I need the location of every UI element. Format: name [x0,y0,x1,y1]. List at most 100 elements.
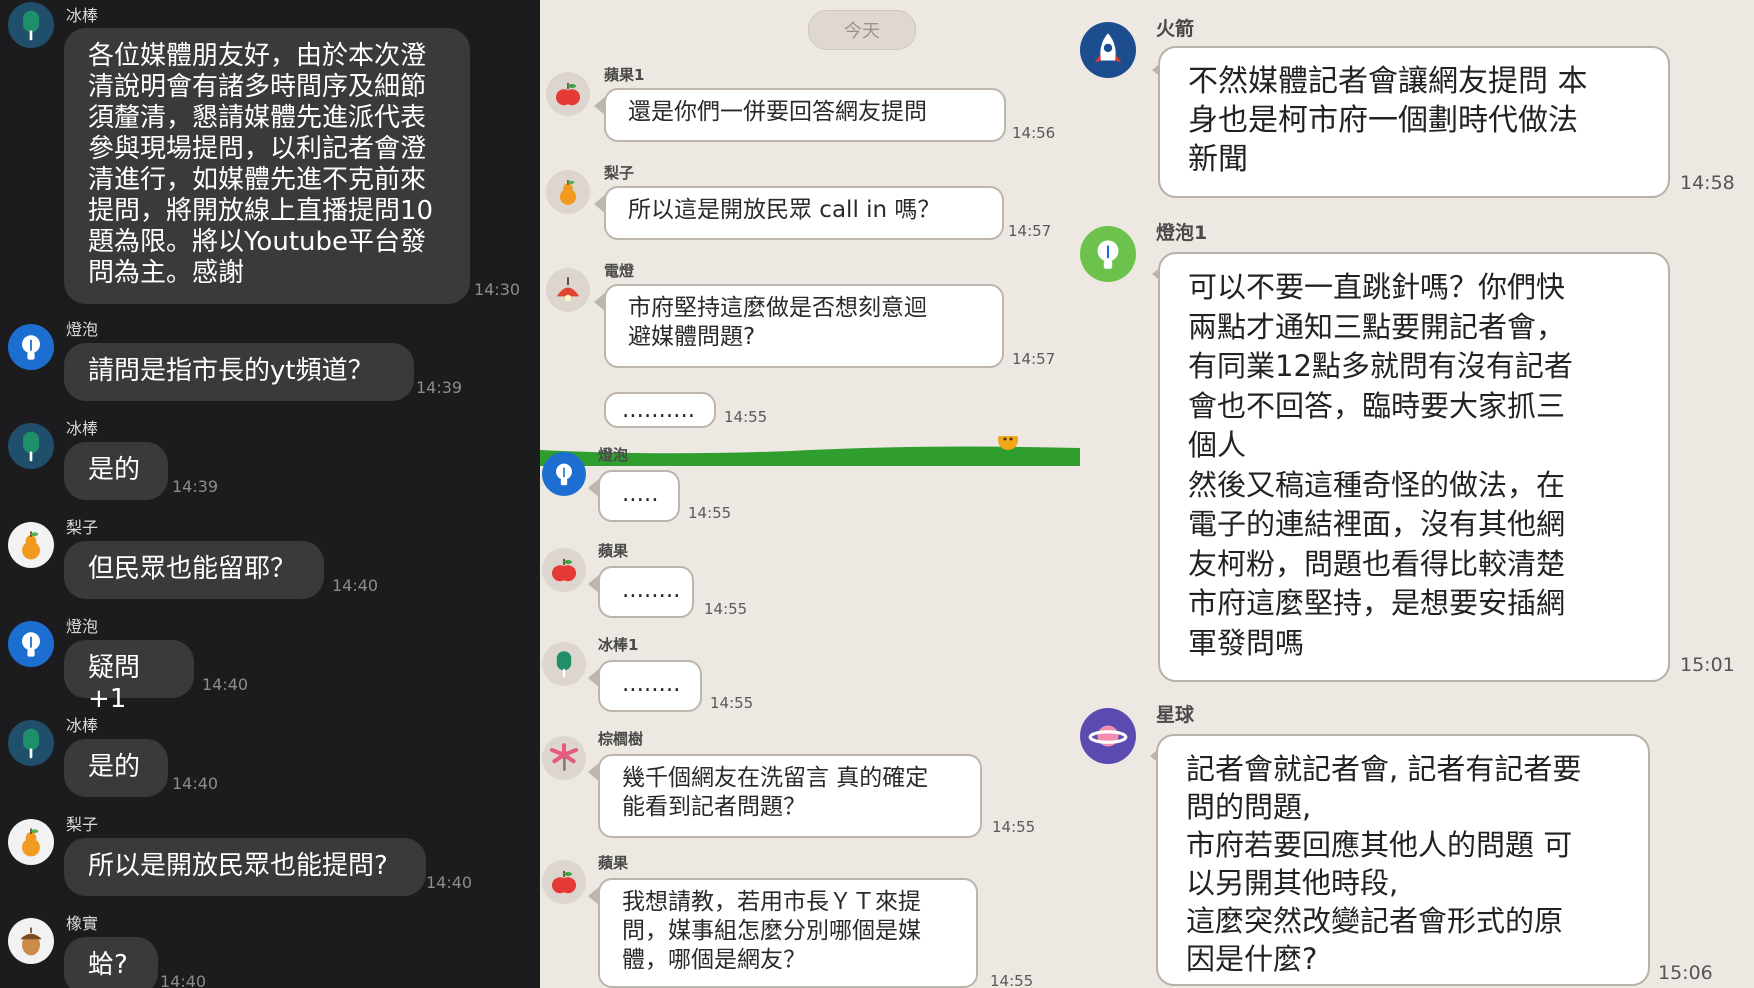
chat-panel-left[interactable]: 冰棒 各位媒體朋友好，由於本次澄 清說明會有諸多時間序及細節 須釐清，懇請媒體先… [0,0,540,988]
message-time: 14:58 [1680,172,1735,194]
message-bubble[interactable]: 不然媒體記者會讓網友提問 本 身也是柯市府一個劃時代做法 新聞 [1158,46,1670,198]
chat-panel-middle[interactable]: 今天 蘋果1 還是你們一併要回答網友提問 14:56 梨子 所以這是開放民眾 c… [540,0,1080,988]
message-bubble[interactable]: 請問是指市長的yt頻道？ [64,343,414,401]
popsicle-icon[interactable] [8,423,54,469]
popsicle-icon[interactable] [542,642,586,686]
apple-icon[interactable] [542,548,586,592]
sender-name: 冰棒 [66,6,99,25]
message-text: 蛤? [88,950,128,980]
sender-name: 星球 [1156,704,1195,726]
lightbulb-icon[interactable] [8,324,54,370]
sender-name: 火箭 [1156,18,1195,40]
message-bubble[interactable]: 疑問 +1 [64,640,194,714]
message-item: 冰棒 是的 14:40 [8,712,528,802]
palm-tree-icon[interactable] [542,736,586,780]
lamp-icon[interactable] [546,268,590,312]
message-text: 不然媒體記者會讓網友提問 本 身也是柯市府一個劃時代做法 新聞 [1188,64,1588,177]
sender-name: 燈泡 [66,320,99,339]
message-bubble[interactable]: ........ [598,660,702,712]
message-bubble[interactable]: 市府堅持這麼做是否想刻意迴 避媒體問題? [604,284,1004,368]
sender-name: 蘋果 [598,854,629,872]
sender-name: 燈泡 [598,446,629,464]
message-bubble[interactable]: 幾千個網友在洗留言 真的確定 能看到記者問題？ [598,754,982,838]
message-time: 14:55 [724,408,768,426]
lightbulb-icon[interactable] [542,452,586,496]
message-item: 火箭 不然媒體記者會讓網友提問 本 身也是柯市府一個劃時代做法 新聞 14:58 [1080,14,1750,204]
sender-name: 燈泡 [66,617,99,636]
message-time: 14:57 [1008,222,1052,240]
sender-name: 梨子 [66,815,99,834]
message-time: 14:56 [1012,124,1056,142]
message-item: 電燈 市府堅持這麼做是否想刻意迴 避媒體問題? 14:57 [546,260,1066,380]
message-bubble[interactable]: 蛤? [64,937,158,988]
message-bubble[interactable]: 記者會就記者會, 記者有記者要 問的問題, 市府若要回應其他人的問題 可 以另開… [1156,734,1650,986]
sender-name: 冰棒 [66,716,99,735]
message-item: 冰棒 是的 14:39 [8,415,528,505]
message-time: 14:39 [416,378,463,397]
message-text: 是的 [88,455,141,485]
message-bubble[interactable]: 各位媒體朋友好，由於本次澄 清說明會有諸多時間序及細節 須釐清，懇請媒體先進派代… [64,28,470,304]
apple-icon[interactable] [546,72,590,116]
message-time: 14:55 [704,600,748,618]
planet-icon[interactable] [1080,708,1136,764]
message-bubble[interactable]: 但民眾也能留耶？ [64,541,324,599]
message-item: 燈泡 ..... 14:55 [542,444,1062,534]
message-text: 幾千個網友在洗留言 真的確定 能看到記者問題？ [622,765,929,820]
message-item: 梨子 所以是開放民眾也能提問? 14:40 [8,811,528,901]
pear-icon[interactable] [8,522,54,568]
message-text: ........ [622,577,681,603]
message-bubble[interactable]: ..... [598,470,680,522]
message-bubble[interactable]: 所以是開放民眾也能提問? [64,838,426,896]
message-time: 14:55 [688,504,732,522]
message-time: 14:40 [426,873,473,892]
message-bubble[interactable]: .......... [604,392,716,428]
message-bubble[interactable]: 所以這是開放民眾 call in 嗎？ [604,186,1004,240]
message-item: 橡實 蛤? 14:40 [8,910,528,988]
message-time: 14:30 [474,280,521,299]
message-time: 14:40 [332,576,379,595]
message-text: 疑問 +1 [88,653,141,714]
message-item: 燈泡 請問是指市長的yt頻道？ 14:39 [8,316,528,406]
message-text: 請問是指市長的yt頻道？ [88,356,374,386]
sender-name: 冰棒1 [598,636,639,654]
message-bubble[interactable]: 可以不要一直跳針嗎？你們快 兩點才通知三點要開記者會， 有同業12點多就問有沒有… [1158,252,1670,682]
lightbulb-icon[interactable] [8,621,54,667]
message-time: 14:40 [202,675,249,694]
message-text: .......... [622,397,696,423]
message-item: 冰棒 各位媒體朋友好，由於本次澄 清說明會有諸多時間序及細節 須釐清，懇請媒體先… [8,2,528,304]
message-time: 14:40 [172,774,219,793]
message-text: 但民眾也能留耶？ [88,554,297,584]
message-text: 各位媒體朋友好，由於本次澄 清說明會有諸多時間序及細節 須釐清，懇請媒體先進派代… [88,41,434,288]
message-item: 燈泡 疑問 +1 14:40 [8,613,528,714]
message-item: 冰棒1 ........ 14:55 [542,634,1062,724]
sender-name: 橡實 [66,914,99,933]
message-bubble[interactable]: 還是你們一併要回答網友提問 [604,88,1006,142]
lightbulb-icon[interactable] [1080,226,1136,282]
message-item: 蘋果 ........ 14:55 [542,540,1062,630]
pear-icon[interactable] [546,170,590,214]
sender-name: 棕櫚樹 [598,730,644,748]
popsicle-icon[interactable] [8,720,54,766]
message-text: 還是你們一併要回答網友提問 [628,99,927,125]
message-bubble[interactable]: ........ [598,566,694,618]
message-item: 蘋果 我想請教，若用市長ＹＴ來提 問，媒事組怎麼分別哪個是媒 體，哪個是網友？ … [542,852,1062,988]
message-bubble[interactable]: 我想請教，若用市長ＹＴ來提 問，媒事組怎麼分別哪個是媒 體，哪個是網友？ [598,878,978,988]
message-text: ........ [622,671,681,697]
message-bubble[interactable]: 是的 [64,442,168,500]
message-time: 15:01 [1680,654,1735,676]
message-item: .......... 14:55 [546,392,1066,432]
message-item: 蘋果1 還是你們一併要回答網友提問 14:56 [546,64,1066,154]
rocket-icon[interactable] [1080,22,1136,78]
message-item: 燈泡1 可以不要一直跳針嗎？你們快 兩點才通知三點要開記者會， 有同業12點多就… [1080,218,1750,688]
popsicle-icon[interactable] [8,2,54,48]
message-time: 14:40 [160,972,207,988]
chat-panel-right[interactable]: 火箭 不然媒體記者會讓網友提問 本 身也是柯市府一個劃時代做法 新聞 14:58… [1080,0,1754,988]
message-item: 梨子 但民眾也能留耶？ 14:40 [8,514,528,604]
message-bubble[interactable]: 是的 [64,739,168,797]
acorn-icon[interactable] [8,918,54,964]
apple-icon[interactable] [542,860,586,904]
sender-name: 蘋果1 [604,66,645,84]
pear-icon[interactable] [8,819,54,865]
message-time: 14:55 [990,972,1034,988]
sender-name: 電燈 [604,262,635,280]
